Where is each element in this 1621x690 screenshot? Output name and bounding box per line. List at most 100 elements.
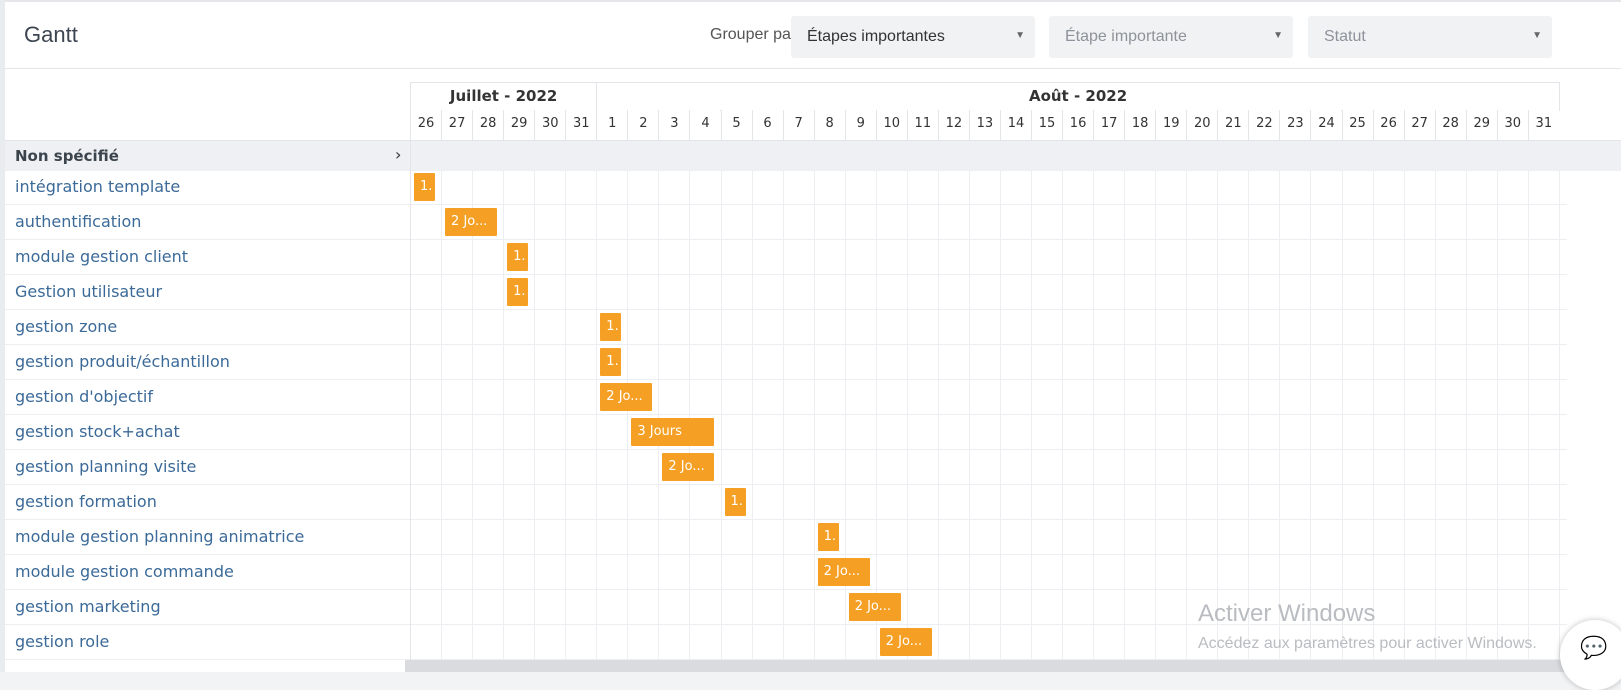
task-name[interactable]: intégration template [15,177,180,196]
day-header: 20 [1186,110,1218,140]
task-row[interactable]: gestion zone 1. [5,310,1567,345]
task-bar[interactable]: 1. [600,313,622,341]
page-title: Gantt [24,22,78,47]
task-bar[interactable]: 2 Jo... [879,628,932,656]
day-header: 14 [999,110,1031,140]
month-header: Juillet - 2022 [410,82,598,111]
day-header: 8 [813,110,845,140]
task-name[interactable]: gestion stock+achat [15,422,180,441]
day-header: 1 [596,110,628,140]
day-header: 10 [875,110,907,140]
task-bar[interactable]: 2 Jo... [662,453,715,481]
task-bar[interactable]: 1. [414,173,436,201]
status-select[interactable]: Statut ▼ [1308,16,1552,58]
task-row[interactable]: authentification 2 Jo... [5,205,1567,240]
day-header: 29 [1465,110,1497,140]
task-row[interactable]: intégration template 1. [5,170,1567,205]
day-header: 23 [1279,110,1311,140]
horizontal-scrollbar[interactable] [405,660,1621,672]
task-bar[interactable]: 2 Jo... [445,208,498,236]
day-header: 25 [1341,110,1373,140]
watermark-subtitle: Accédez aux paramètres pour activer Wind… [1198,635,1537,652]
day-header: 17 [1093,110,1125,140]
task-bar[interactable]: 1. [817,523,839,551]
task-name[interactable]: gestion produit/échantillon [15,352,230,371]
chevron-right-icon[interactable]: › [395,145,401,164]
task-bar[interactable]: 2 Jo... [600,383,653,411]
group-row[interactable]: Non spécifié › [5,140,1621,171]
status-placeholder: Statut [1324,28,1366,45]
task-row[interactable]: Gestion utilisateur 1. [5,275,1567,310]
task-name[interactable]: module gestion commande [15,562,234,581]
chat-icon: 💬 [1580,636,1608,661]
day-header: 15 [1031,110,1063,140]
task-row[interactable]: gestion planning visite 2 Jo... [5,450,1567,485]
task-bar[interactable]: 1. [600,348,622,376]
group-by-select[interactable]: Étapes importantes ▼ [791,16,1035,58]
task-row[interactable]: gestion d'objectif 2 Jo... [5,380,1567,415]
day-header: 9 [844,110,876,140]
day-header: 27 [1403,110,1435,140]
task-list-header [5,82,410,140]
day-header: 7 [782,110,814,140]
chat-button[interactable]: 💬 [1560,620,1621,690]
day-header: 21 [1217,110,1249,140]
task-name[interactable]: gestion planning visite [15,457,196,476]
day-header: 18 [1124,110,1156,140]
day-header: 6 [751,110,783,140]
task-bar[interactable]: 3 Jours [631,418,715,446]
day-header: 28 [472,110,504,140]
task-name[interactable]: gestion role [15,632,109,651]
month-header: Août - 2022 [596,82,1560,111]
task-name[interactable]: Gestion utilisateur [15,282,162,301]
day-header: 5 [720,110,752,140]
task-row[interactable]: gestion produit/échantillon 1. [5,345,1567,380]
day-header: 28 [1434,110,1466,140]
day-header: 27 [441,110,473,140]
day-header: 11 [906,110,938,140]
day-header: 22 [1248,110,1280,140]
milestone-select[interactable]: Étape importante ▼ [1049,16,1293,58]
task-row[interactable]: gestion stock+achat 3 Jours [5,415,1567,450]
task-bar[interactable]: 1. [724,488,746,516]
task-bar[interactable]: 1. [507,278,529,306]
day-header: 30 [1496,110,1528,140]
task-name[interactable]: gestion marketing [15,597,161,616]
task-bar[interactable]: 1. [507,243,529,271]
task-row[interactable]: gestion formation 1. [5,485,1567,520]
day-header: 31 [565,110,597,140]
day-header: 26 [410,110,442,140]
dropdown-arrow-icon: ▼ [1273,30,1283,41]
task-bar[interactable]: 2 Jo... [848,593,901,621]
panel-divider [410,140,411,672]
task-name[interactable]: gestion d'objectif [15,387,153,406]
group-by-value: Étapes importantes [807,28,945,45]
day-header: 2 [627,110,659,140]
day-header: 13 [968,110,1000,140]
dropdown-arrow-icon: ▼ [1015,30,1025,41]
milestone-placeholder: Étape importante [1065,28,1187,45]
day-header: 4 [689,110,721,140]
day-header: 12 [937,110,969,140]
watermark-title: Activer Windows [1198,600,1376,627]
day-header: 26 [1372,110,1404,140]
task-name[interactable]: module gestion planning animatrice [15,527,304,546]
task-bar[interactable]: 2 Jo... [817,558,870,586]
gantt-header: Gantt Grouper par : Étapes importantes ▼… [5,2,1621,69]
day-header: 24 [1310,110,1342,140]
task-name[interactable]: gestion zone [15,317,117,336]
task-row[interactable]: module gestion planning animatrice 1. [5,520,1567,555]
day-header: 3 [658,110,690,140]
task-row[interactable]: module gestion client 1. [5,240,1567,275]
gantt-chart: Juillet - 2022 26 27 28 29 30 31 Août - 2022 1 2 3… [5,82,1621,672]
day-header: 19 [1155,110,1187,140]
group-name: Non spécifié [15,147,119,165]
day-header: 31 [1527,110,1559,140]
day-header: 29 [503,110,535,140]
task-name[interactable]: gestion formation [15,492,157,511]
task-row[interactable]: module gestion commande 2 Jo... [5,555,1567,590]
task-name[interactable]: authentification [15,212,141,231]
task-name[interactable]: module gestion client [15,247,188,266]
day-header: 30 [534,110,566,140]
dropdown-arrow-icon: ▼ [1532,30,1542,41]
